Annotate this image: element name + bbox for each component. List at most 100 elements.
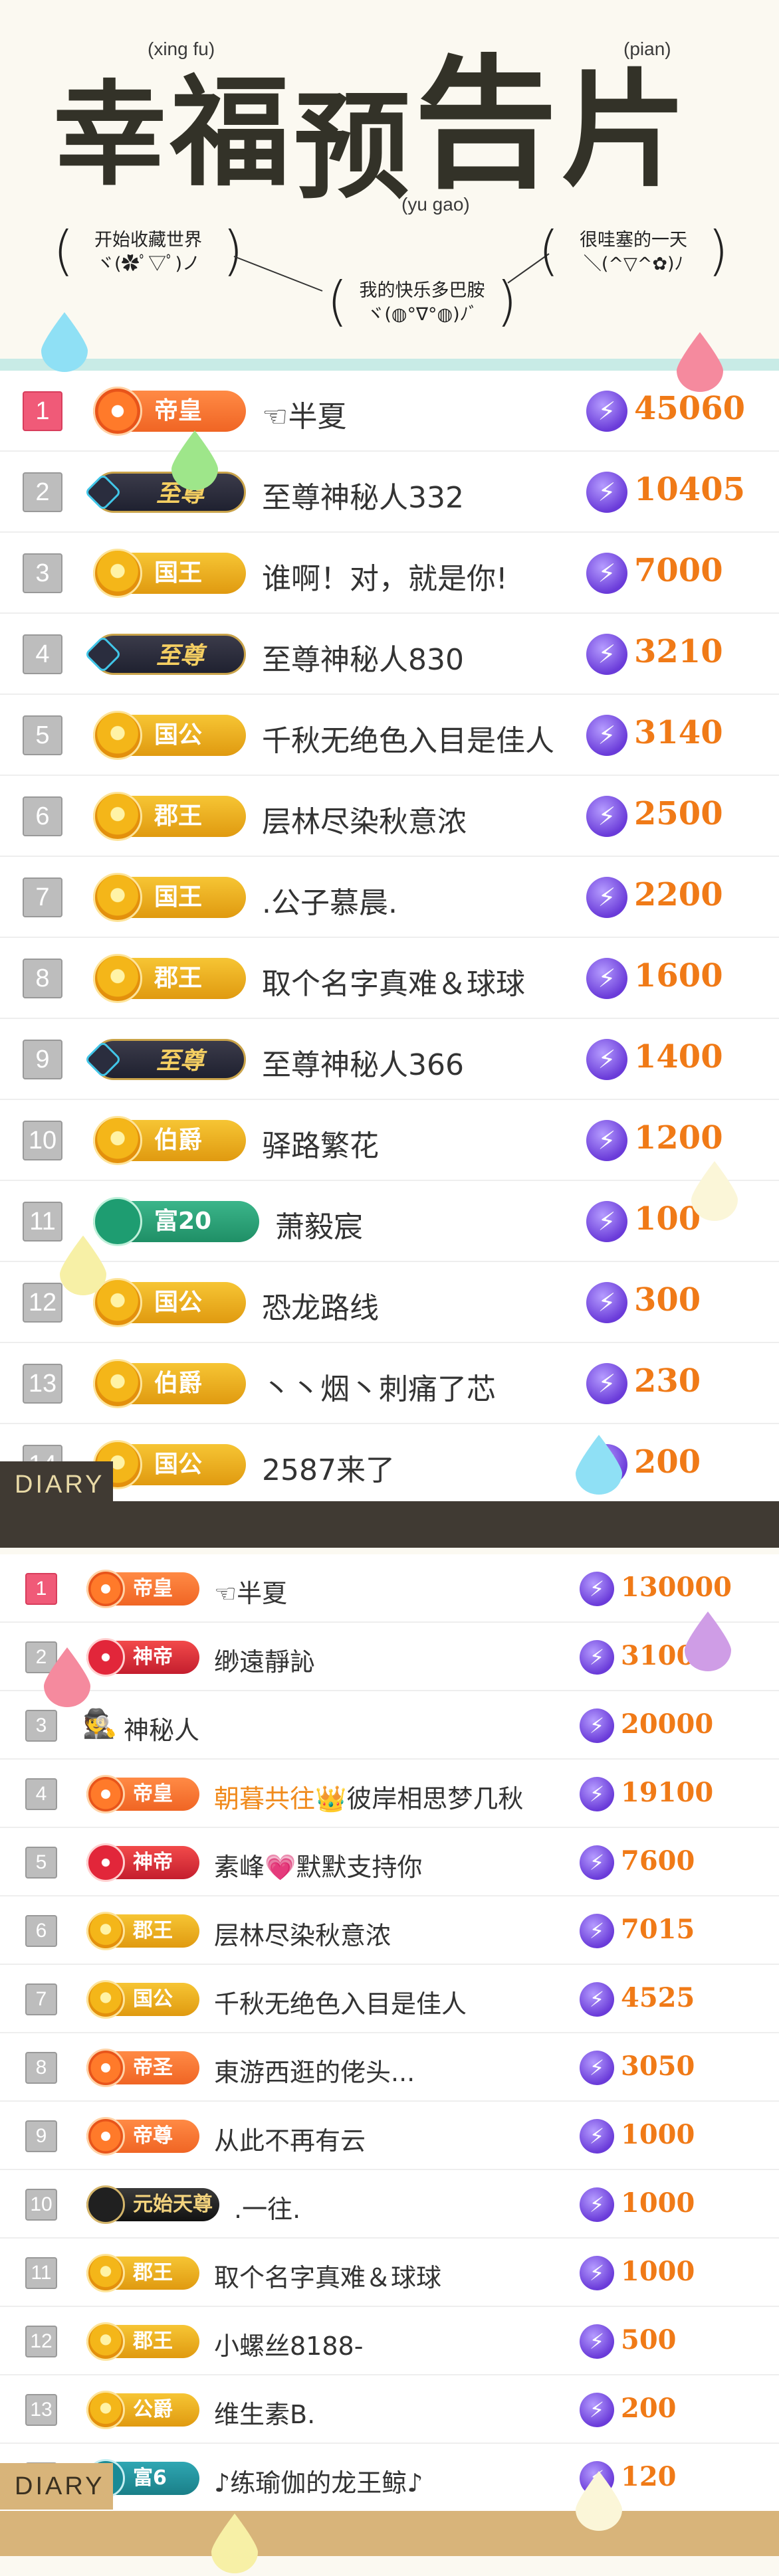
ranking-row[interactable]: 11 郡王 取个名字真难＆球球 ⚡ 1000 xyxy=(0,2239,779,2307)
rank-badge: 郡王 xyxy=(93,954,246,1003)
ranking-row[interactable]: 13 公爵 维生素B. ⚡ 200 xyxy=(0,2375,779,2444)
drop-decoration xyxy=(685,1611,731,1671)
rank-badge: 国公 xyxy=(93,1278,246,1327)
user-name-text: 至尊神秘人366 xyxy=(262,1048,464,1082)
ranking-row[interactable]: 14国公2587来了⚡200 xyxy=(0,1424,779,1505)
badge-emblem-icon xyxy=(84,1040,122,1079)
user-name[interactable]: .一往. xyxy=(234,2189,300,2225)
badge-label: 富20 xyxy=(154,1208,212,1235)
ranking-row[interactable]: 2 至尊 至尊神秘人332 ⚡ 10405 xyxy=(0,452,779,533)
user-name[interactable]: 素峰💗默默支持你 xyxy=(214,1847,422,1883)
user-name[interactable]: 朝暮共往👑彼岸相思梦几秋 xyxy=(214,1778,523,1815)
user-name[interactable]: 神秘人 xyxy=(124,1710,199,1746)
bubble-text: 很哇塞的一天 xyxy=(580,230,687,250)
lightning-icon: ⚡ xyxy=(586,1201,627,1242)
user-name[interactable]: 恐龙路线 xyxy=(262,1284,379,1327)
title-char: 片 xyxy=(561,57,692,204)
drop-decoration xyxy=(691,1161,738,1221)
contribution-value: 3140 xyxy=(634,714,723,751)
user-name[interactable]: 2587来了 xyxy=(262,1446,395,1489)
lightning-icon: ⚡ xyxy=(580,1571,614,1606)
user-name[interactable]: 至尊神秘人830 xyxy=(262,636,464,678)
ranking-row[interactable]: 9 帝尊 从此不再有云 ⚡ 1000 xyxy=(0,2102,779,2170)
lightning-icon: ⚡ xyxy=(580,2050,614,2085)
rank-number: 5 xyxy=(25,1846,57,1879)
badge-label: 郡王 xyxy=(133,2260,173,2284)
badge-emblem-icon xyxy=(86,2185,125,2224)
ranking-row[interactable]: 13 伯爵 丶丶烟丶刺痛了芯 ⚡ 230 xyxy=(0,1343,779,1424)
ranking-row[interactable]: 1 帝皇 ☜半夏 ⚡ 130000 xyxy=(0,1554,779,1623)
user-name-text: 恐龙路线 xyxy=(262,1291,379,1325)
user-name[interactable]: 缈遠靜訫 xyxy=(214,1641,315,1678)
ranking-row[interactable]: 10 元始天尊 .一往. ⚡ 1000 xyxy=(0,2170,779,2239)
bubble-left: ( 开始收藏世界 ヾ(✿ﾟ▽ﾟ)ノ ) xyxy=(53,220,243,282)
rank-badge: 帝尊 xyxy=(86,2116,199,2156)
user-name[interactable]: 驿路繁花 xyxy=(262,1122,379,1164)
ranking-row[interactable]: 6 郡王 层林尽染秋意浓 ⚡ 2500 xyxy=(0,776,779,857)
rank-badge: 帝皇 xyxy=(93,387,246,436)
ranking-row[interactable]: 5 国公 千秋无绝色入目是佳人 ⚡ 3140 xyxy=(0,695,779,776)
ranking-row[interactable]: 7 国王 .公子慕晨. ⚡ 2200 xyxy=(0,857,779,938)
badge-label: 伯爵 xyxy=(154,1127,203,1154)
ranking-row[interactable]: 9 至尊 至尊神秘人366 ⚡ 1400 xyxy=(0,1019,779,1100)
user-name[interactable]: .公子慕晨. xyxy=(262,879,397,921)
user-name[interactable]: 层林尽染秋意浓 xyxy=(262,798,467,840)
user-name-text: ♪练瑜伽的龙王鲸♪ xyxy=(214,2468,423,2498)
user-name-text: 神秘人 xyxy=(124,1715,200,1745)
ranking-row[interactable]: 8 郡王 取个名字真难＆球球 ⚡ 1600 xyxy=(0,938,779,1019)
ranking-row[interactable]: 11 富20 萧毅宸 ⚡ 100 xyxy=(0,1181,779,1262)
badge-label: 神帝 xyxy=(133,1645,173,1669)
user-name[interactable]: 谁啊！对，就是你! xyxy=(262,555,508,597)
badge-label: 郡王 xyxy=(154,965,203,992)
ranking-row[interactable]: 3 🕵 神秘人 ⚡ 20000 xyxy=(0,1691,779,1760)
ranking-row[interactable]: 6 郡王 层林尽染秋意浓 ⚡ 7015 xyxy=(0,1896,779,1965)
ranking-row[interactable]: 2 神帝 缈遠靜訫 ⚡ 3100 xyxy=(0,1623,779,1691)
ranking-row[interactable]: 12 郡王 小螺丝8188- ⚡ 500 xyxy=(0,2307,779,2375)
user-name[interactable]: 取个名字真难＆球球 xyxy=(262,960,525,1002)
ranking-row[interactable]: 4 帝皇 朝暮共往👑彼岸相思梦几秋 ⚡ 19100 xyxy=(0,1760,779,1828)
user-name[interactable]: 丶丶烟丶刺痛了芯 xyxy=(262,1365,496,1408)
user-name-text: 素峰💗默默支持你 xyxy=(214,1852,423,1882)
contribution-value: 1000 xyxy=(621,2187,695,2219)
badge-label: 帝圣 xyxy=(133,2055,173,2079)
ranking-row[interactable]: 5 神帝 素峰💗默默支持你 ⚡ 7600 xyxy=(0,1828,779,1896)
user-name[interactable]: ♪练瑜伽的龙王鲸♪ xyxy=(214,2462,423,2499)
user-name-text: 千秋无绝色入目是佳人 xyxy=(262,724,554,758)
badge-label: 国公 xyxy=(154,721,203,749)
user-name[interactable]: 维生素B. xyxy=(214,2394,315,2431)
ranking-row[interactable]: 7 国公 千秋无绝色入目是佳人 ⚡ 4525 xyxy=(0,1965,779,2033)
ranking-row[interactable]: 1 帝皇 ☜半夏 ⚡ 45060 xyxy=(0,371,779,452)
user-name-text: 谁啊！对，就是你! xyxy=(262,562,508,596)
drop-decoration xyxy=(576,2471,622,2531)
lightning-icon: ⚡ xyxy=(580,2324,614,2359)
badge-emblem-icon xyxy=(86,1911,125,1950)
user-name[interactable]: 千秋无绝色入目是佳人 xyxy=(262,717,554,759)
ranking-row[interactable]: 3 国王 谁啊！对，就是你! ⚡ 7000 xyxy=(0,533,779,614)
badge-label: 国公 xyxy=(154,1451,203,1478)
user-name[interactable]: 至尊神秘人366 xyxy=(262,1041,464,1083)
user-name-text: 取个名字真难＆球球 xyxy=(214,2262,442,2292)
ranking-row[interactable]: 12 国公 恐龙路线 ⚡ 300 xyxy=(0,1262,779,1343)
user-name-text: 丶丶烟丶刺痛了芯 xyxy=(262,1372,496,1406)
user-name[interactable]: 東游西逛的佬头... xyxy=(214,2052,415,2088)
user-name[interactable]: 取个名字真难＆球球 xyxy=(214,2257,441,2294)
lightning-icon: ⚡ xyxy=(580,2255,614,2290)
ranking-row[interactable]: 14富6♪练瑜伽的龙王鲸♪⚡120 xyxy=(0,2444,779,2512)
ranking-row[interactable]: 4 至尊 至尊神秘人830 ⚡ 3210 xyxy=(0,614,779,695)
ranking-row[interactable]: 10 伯爵 驿路繁花 ⚡ 1200 xyxy=(0,1100,779,1181)
user-name[interactable]: 小螺丝8188- xyxy=(214,2326,363,2362)
bubble-kaomoji: ＼(^▽^✿)ﾉ xyxy=(583,254,684,275)
ranking-row[interactable]: 8 帝圣 東游西逛的佬头... ⚡ 3050 xyxy=(0,2033,779,2102)
user-name[interactable]: 至尊神秘人332 xyxy=(262,474,464,516)
user-name[interactable]: ☜半夏 xyxy=(262,393,346,435)
user-name[interactable]: 萧毅宸 xyxy=(275,1203,363,1245)
user-name[interactable]: 层林尽染秋意浓 xyxy=(214,1915,391,1952)
badge-emblem-icon xyxy=(86,2253,125,2292)
badge-emblem-icon xyxy=(84,473,122,511)
user-name[interactable]: 千秋无绝色入目是佳人 xyxy=(214,1983,467,2020)
user-name[interactable]: ☜半夏 xyxy=(214,1573,287,1610)
user-name[interactable]: 从此不再有云 xyxy=(214,2120,366,2157)
badge-emblem-icon xyxy=(86,1774,125,1813)
badge-label: 帝皇 xyxy=(133,1576,173,1600)
user-name-text: 取个名字真难＆球球 xyxy=(262,967,525,1001)
